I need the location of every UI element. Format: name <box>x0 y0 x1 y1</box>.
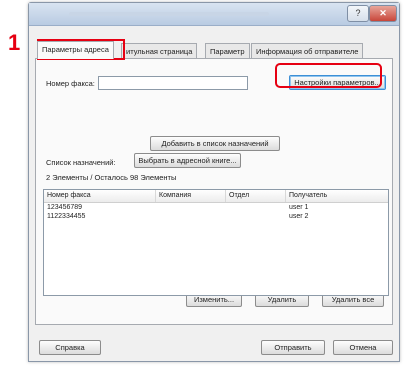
row-1-recipient[interactable]: user 1 <box>289 204 308 211</box>
row-2-recipient[interactable]: user 2 <box>289 213 308 220</box>
dialog-window: ? ✕ Параметры адреса итульная страница П… <box>28 2 400 362</box>
title-text-blurred <box>69 12 269 16</box>
add-to-destination-list-button[interactable]: Добавить в список назначений <box>150 136 280 151</box>
destination-list-header: Номер факса Компания Отдел Получатель <box>44 190 388 203</box>
tab-address-settings[interactable]: Параметры адреса <box>37 41 114 59</box>
column-recipient[interactable]: Получатель <box>286 190 388 202</box>
help-button[interactable]: Справка <box>39 340 101 355</box>
destination-list-label: Список назначений: <box>46 158 116 167</box>
fax-number-input[interactable] <box>98 76 248 90</box>
cancel-button[interactable]: Отмена <box>333 340 393 355</box>
column-fax-number[interactable]: Номер факса <box>44 190 156 202</box>
highlight-settings-button <box>275 63 382 88</box>
tab-parameter[interactable]: Параметр <box>205 43 250 59</box>
callout-number-1: 1 <box>8 30 21 55</box>
send-button[interactable]: Отправить <box>261 340 325 355</box>
row-1-fax-number[interactable]: 123456789 <box>47 204 82 211</box>
title-bar[interactable]: ? ✕ <box>29 3 399 26</box>
row-2-fax-number[interactable]: 1122334455 <box>47 213 85 220</box>
column-company[interactable]: Компания <box>156 190 226 202</box>
destination-count-summary: 2 Элементы / Осталось 98 Элементы <box>46 173 177 182</box>
tab-sender-info[interactable]: Информация об отправителе <box>251 43 364 59</box>
tab-cover-page[interactable]: итульная страница <box>121 43 198 59</box>
tab-strip: Параметры адреса итульная страница Парам… <box>35 41 393 59</box>
help-icon[interactable]: ? <box>347 5 369 22</box>
fax-number-label: Номер факса: <box>46 79 95 88</box>
close-icon[interactable]: ✕ <box>369 5 397 22</box>
column-department[interactable]: Отдел <box>226 190 286 202</box>
select-from-address-book-button[interactable]: Выбрать в адресной книге... <box>134 153 241 168</box>
destination-list[interactable]: Номер факса Компания Отдел Получатель 12… <box>43 189 389 296</box>
